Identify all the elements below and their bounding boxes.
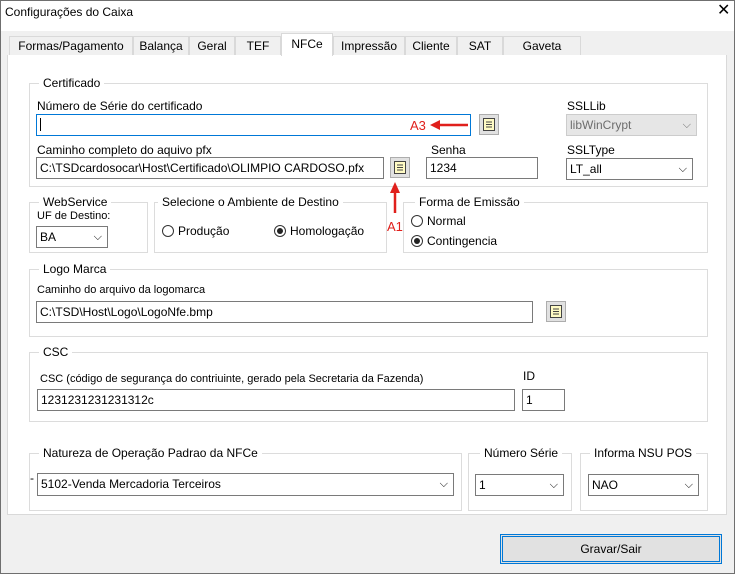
tab-sat[interactable]: SAT <box>457 36 503 55</box>
serial-browse-button[interactable] <box>479 114 499 135</box>
tab-gaveta[interactable]: Gaveta <box>503 36 581 55</box>
natureza-legend: Natureza de Operação Padrao da NFCe <box>39 446 262 460</box>
tab-impressao[interactable]: Impressão <box>333 36 405 55</box>
natureza-dash: - <box>30 471 34 485</box>
contingencia-label: Contingencia <box>427 234 498 248</box>
uf-select[interactable]: BA ⌵ <box>36 226 108 248</box>
logo-legend: Logo Marca <box>39 262 111 276</box>
close-icon[interactable]: ✕ <box>717 2 730 20</box>
ambiente-legend: Selecione o Ambiente de Destino <box>158 195 343 209</box>
serial-input[interactable] <box>36 114 471 136</box>
radio-producao[interactable] <box>162 225 174 237</box>
pfx-browse-button[interactable] <box>390 157 410 178</box>
annotation-a3: A3 <box>410 118 426 133</box>
button-focus-ring <box>502 536 720 562</box>
file-browse-icon <box>483 118 495 131</box>
numero-serie-select[interactable]: 1 ⌵ <box>475 474 564 496</box>
numero-serie-legend: Número Série <box>480 446 563 460</box>
chevron-down-icon: ⌵ <box>682 119 691 131</box>
tab-nfce[interactable]: NFCe <box>281 33 333 56</box>
senha-input[interactable]: 1234 <box>426 157 538 179</box>
id-label: ID <box>523 369 535 383</box>
homologacao-label: Homologação <box>290 224 365 238</box>
chevron-down-icon: ⌵ <box>549 479 558 491</box>
ssllib-label: SSLLib <box>567 99 606 113</box>
arrow-up-icon <box>390 182 400 213</box>
nsu-pos-value: NAO <box>592 478 619 492</box>
csc-input[interactable]: 1231231231231312c <box>37 389 515 411</box>
tab-balanca[interactable]: Balança <box>133 36 189 55</box>
nsu-pos-legend: Informa NSU POS <box>590 446 697 460</box>
radio-contingencia[interactable] <box>411 235 423 247</box>
csc-group <box>29 352 708 422</box>
natureza-select[interactable]: 5102-Venda Mercadoria Terceiros ⌵ <box>37 473 454 496</box>
arrow-left-icon <box>430 120 468 130</box>
chevron-down-icon: ⌵ <box>93 231 102 243</box>
numero-serie-value: 1 <box>479 478 486 492</box>
annotation-a1: A1 <box>387 219 403 234</box>
radio-homologacao[interactable] <box>274 225 286 237</box>
ssltype-label: SSLType <box>567 143 615 157</box>
csc-label: CSC (código de segurança do contriuinte,… <box>40 373 424 385</box>
ssllib-select: libWinCrypt ⌵ <box>566 114 697 136</box>
certificado-legend: Certificado <box>39 76 105 90</box>
ssltype-value: LT_all <box>570 162 602 176</box>
tab-formas-pagamento[interactable]: Formas/Pagamento <box>9 36 133 55</box>
normal-label: Normal <box>427 214 466 228</box>
logo-path-label: Caminho do arquivo da logomarca <box>37 284 206 296</box>
ssltype-select[interactable]: LT_all ⌵ <box>566 158 693 180</box>
csc-legend: CSC <box>39 345 73 359</box>
radio-selected-dot <box>277 228 283 234</box>
title-bar: Configurações do Caixa ✕ <box>1 1 734 31</box>
tab-cliente[interactable]: Cliente <box>405 36 457 55</box>
producao-label: Produção <box>178 224 230 238</box>
senha-label: Senha <box>431 143 466 157</box>
logo-browse-button[interactable] <box>546 301 566 322</box>
window-title: Configurações do Caixa <box>5 5 134 19</box>
radio-selected-dot <box>414 238 420 244</box>
file-browse-icon <box>550 305 562 318</box>
webservice-legend: WebService <box>39 195 112 209</box>
file-browse-icon <box>394 161 406 174</box>
logo-path-input[interactable]: C:\TSD\Host\Logo\LogoNfe.bmp <box>36 301 533 323</box>
serial-label: Número de Série do certificado <box>37 99 203 113</box>
tab-tef[interactable]: TEF <box>235 36 281 55</box>
id-input[interactable]: 1 <box>522 389 565 411</box>
chevron-down-icon: ⌵ <box>684 479 693 491</box>
chevron-down-icon: ⌵ <box>439 478 448 490</box>
text-caret <box>40 118 41 131</box>
radio-normal[interactable] <box>411 215 423 227</box>
natureza-value: 5102-Venda Mercadoria Terceiros <box>41 477 221 491</box>
path-label: Caminho completo do aquivo pfx <box>37 143 212 157</box>
save-exit-button[interactable]: Gravar/Sair <box>500 534 722 564</box>
emissao-legend: Forma de Emissão <box>415 195 524 209</box>
uf-value: BA <box>40 230 57 244</box>
uf-label: UF de Destino: <box>37 210 111 222</box>
pfx-path-input[interactable]: C:\TSDcardosocar\Host\Certificado\OLIMPI… <box>36 157 384 179</box>
chevron-down-icon: ⌵ <box>678 163 687 175</box>
tab-geral[interactable]: Geral <box>189 36 235 55</box>
ssllib-value: libWinCrypt <box>570 118 632 132</box>
nsu-pos-select[interactable]: NAO ⌵ <box>588 474 699 496</box>
